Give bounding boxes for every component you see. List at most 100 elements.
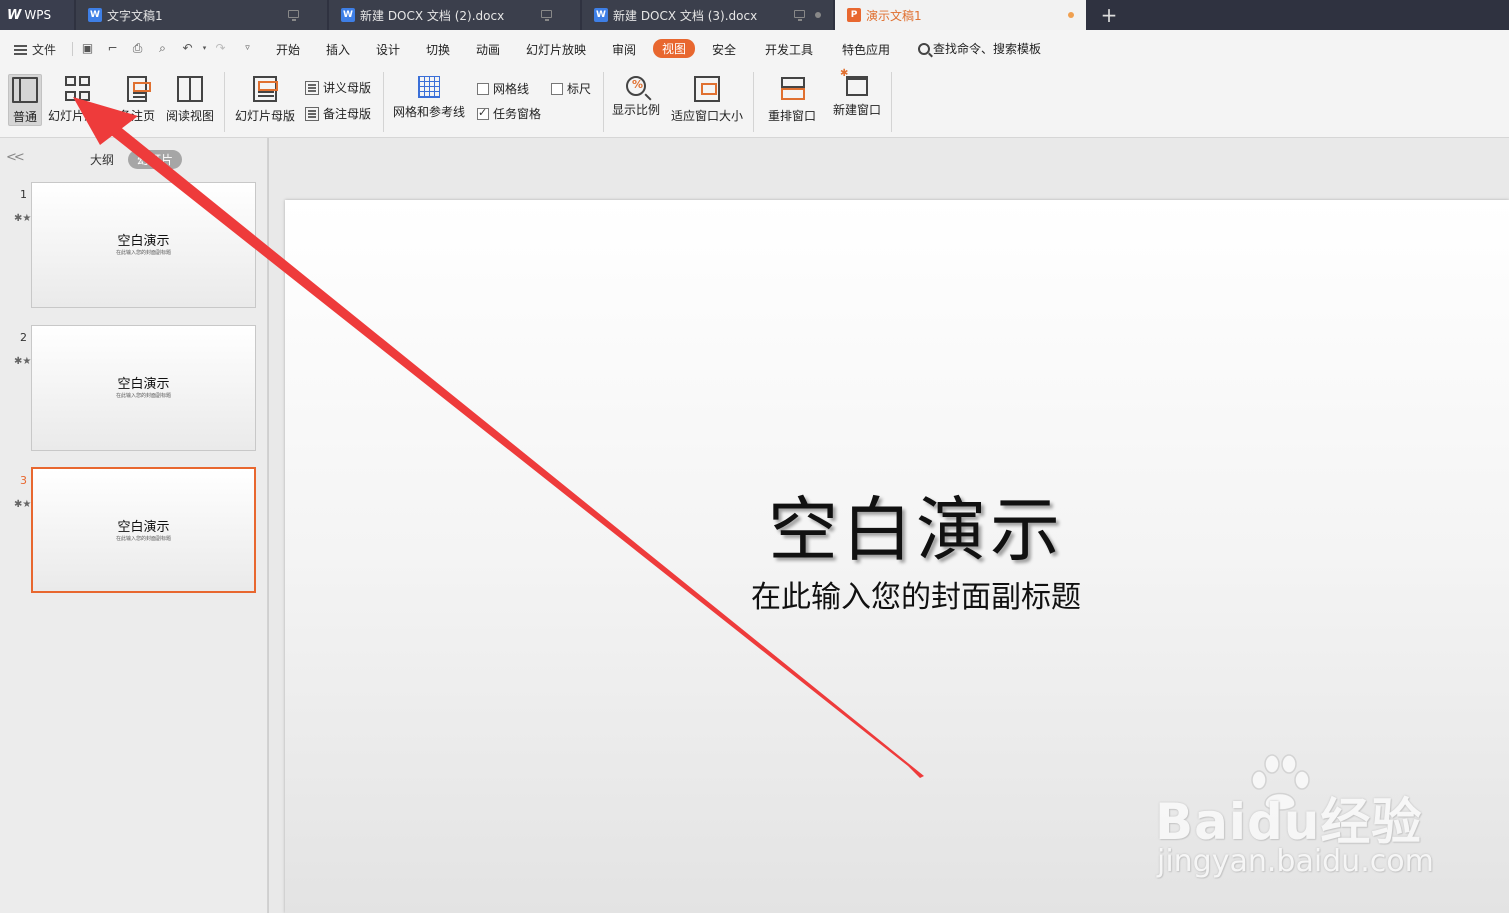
menu-view[interactable]: 视图 — [653, 39, 696, 58]
thumbnail-subtitle: 在此输入您的封面副标题 — [115, 393, 171, 399]
slide-thumbnail-2[interactable]: 空白演示 在此输入您的封面副标题 — [31, 325, 256, 451]
save-icon[interactable]: ▣ — [81, 42, 94, 55]
unsaved-dot-icon — [815, 12, 821, 18]
slide-master-icon — [253, 76, 278, 102]
presentation-doc-icon: P — [847, 8, 861, 22]
baidu-jingyan-watermark: Baidu经验 jingyan.baidu.com — [1155, 752, 1435, 882]
monitor-icon[interactable] — [794, 10, 805, 21]
undo-icon[interactable]: ↶ — [181, 42, 194, 55]
grid-and-guides-label: 网格和参考线 — [392, 105, 465, 119]
format-painter-icon[interactable]: ⌐ — [106, 42, 119, 55]
file-menu[interactable]: 文件 — [14, 41, 56, 58]
slide-thumbnail-pane: << 大纲 幻灯片 1 ✱★ 空白演示 在此输入您的封面副标题 2 ✱★ 空白演… — [0, 138, 268, 913]
menu-home[interactable]: 开始 — [276, 41, 300, 58]
animation-star-icon: ✱★ — [14, 213, 32, 224]
watermark-brand-cn: 经验 — [1320, 793, 1423, 851]
animation-star-icon: ✱★ — [14, 499, 32, 510]
monitor-icon[interactable] — [541, 10, 552, 21]
notes-master-button[interactable]: 备注母版 — [305, 105, 371, 122]
watermark-url: jingyan.baidu.com — [1157, 844, 1434, 879]
slide-master-button[interactable]: 幻灯片母版 — [232, 74, 298, 126]
monitor-icon[interactable] — [288, 10, 299, 21]
ruler-label: 标尺 — [567, 82, 592, 96]
tab-label: 演示文稿1 — [866, 8, 922, 23]
slide-thumbnail-3[interactable]: 空白演示 在此输入您的封面副标题 — [31, 467, 256, 593]
print-preview-icon[interactable]: ⌕ — [156, 42, 169, 55]
normal-view-icon — [12, 77, 38, 103]
print-icon[interactable]: ⎙ — [131, 42, 144, 55]
checkbox-unchecked-icon — [551, 82, 563, 95]
normal-view-button[interactable]: 普通 — [8, 74, 42, 126]
zoom-icon — [626, 76, 646, 96]
ruler-checkbox[interactable]: 标尺 — [551, 80, 591, 97]
thumbnail-subtitle: 在此输入您的封面副标题 — [115, 250, 171, 256]
handout-master-button[interactable]: 讲义母版 — [305, 79, 371, 96]
thumbnail-title: 空白演示 — [117, 234, 170, 249]
collapse-pane-icon[interactable]: << — [6, 150, 25, 165]
grid-guides-icon — [418, 76, 440, 98]
wps-logo-icon: W — [7, 7, 22, 23]
menu-review[interactable]: 审阅 — [612, 41, 636, 58]
grid-and-guides-button[interactable]: 网格和参考线 — [391, 74, 467, 126]
animation-star-icon: ✱★ — [14, 356, 32, 367]
notes-page-button[interactable]: 备注页 — [116, 74, 158, 126]
menu-insert[interactable]: 插入 — [326, 41, 350, 58]
view-ribbon: 普通 幻灯片浏览 备注页 阅读视图 幻灯片母版 讲义母版 备注母版 网格和参考线… — [0, 68, 1509, 138]
menu-developer-tools[interactable]: 开发工具 — [765, 41, 813, 58]
tab-document-3[interactable]: W 新建 DOCX 文档 (3).docx — [582, 0, 833, 30]
slide-sorter-button[interactable]: 幻灯片浏览 — [46, 74, 110, 126]
wps-logo-label: WPS — [24, 8, 52, 22]
arrange-windows-icon — [779, 76, 805, 102]
menu-security[interactable]: 安全 — [712, 41, 736, 58]
tab-presentation-1[interactable]: P 演示文稿1 — [835, 0, 1086, 30]
task-pane-checkbox[interactable]: 任务窗格 — [477, 105, 541, 122]
reading-view-icon — [177, 76, 203, 102]
zoom-button[interactable]: 显示比例 — [610, 74, 662, 126]
new-window-label: 新建窗口 — [832, 103, 881, 117]
wps-logo[interactable]: W WPS — [0, 0, 74, 30]
menu-special-features[interactable]: 特色应用 — [842, 41, 890, 58]
slide-subtitle[interactable]: 在此输入您的封面副标题 — [720, 572, 1112, 616]
gridlines-checkbox[interactable]: 网格线 — [477, 80, 529, 97]
reading-view-label: 阅读视图 — [165, 109, 214, 123]
watermark-brand-bai: Bai — [1155, 793, 1247, 851]
divider — [753, 72, 754, 132]
menu-design[interactable]: 设计 — [376, 41, 400, 58]
menu-slide-show[interactable]: 幻灯片放映 — [526, 41, 586, 58]
menu-transitions[interactable]: 切换 — [426, 41, 450, 58]
command-search-label: 查找命令、搜索模板 — [933, 42, 1042, 56]
new-window-button[interactable]: 新建窗口 — [829, 68, 885, 126]
slide-number: 1 — [20, 188, 27, 201]
tab-outline[interactable]: 大纲 — [90, 151, 114, 168]
notes-page-icon — [127, 76, 151, 102]
divider — [603, 72, 604, 132]
task-pane-label: 任务窗格 — [493, 107, 542, 121]
tab-label: 新建 DOCX 文档 (3).docx — [613, 8, 758, 23]
pane-splitter[interactable] — [268, 138, 269, 913]
new-tab-plus-icon[interactable]: + — [1095, 0, 1123, 30]
tab-slides[interactable]: 幻灯片 — [128, 150, 183, 169]
writer-doc-icon: W — [341, 8, 355, 22]
writer-doc-icon: W — [88, 8, 102, 22]
tab-document-2[interactable]: W 新建 DOCX 文档 (2).docx — [329, 0, 580, 30]
menu-bar: 文件 ▣ ⌐ ⎙ ⌕ ↶ ▾ ↷ ▿ 开始 插入 设计 切换 动画 幻灯片放映 … — [0, 30, 1509, 68]
redo-icon[interactable]: ↷ — [214, 42, 227, 55]
reading-view-button[interactable]: 阅读视图 — [163, 74, 217, 126]
writer-doc-icon: W — [594, 8, 608, 22]
tab-document-1[interactable]: W 文字文稿1 — [76, 0, 327, 30]
checkbox-checked-icon — [477, 106, 489, 120]
customize-toolbar-icon[interactable]: ▿ — [241, 42, 254, 55]
fit-window-button[interactable]: 适应窗口大小 — [668, 74, 746, 126]
slide-thumbnail-1[interactable]: 空白演示 在此输入您的封面副标题 — [31, 182, 256, 308]
slide-sorter-label: 幻灯片浏览 — [47, 109, 108, 123]
fit-window-label: 适应窗口大小 — [670, 109, 743, 123]
arrange-windows-button[interactable]: 重排窗口 — [761, 74, 823, 126]
command-search[interactable]: 查找命令、搜索模板 — [918, 40, 1041, 57]
slide-number: 2 — [20, 331, 27, 344]
chevron-down-icon[interactable]: ▾ — [198, 42, 211, 55]
slide-title[interactable]: 空白演示 — [730, 474, 1102, 575]
handout-master-icon — [305, 80, 319, 95]
gridlines-label: 网格线 — [493, 82, 530, 96]
handout-master-label: 讲义母版 — [323, 81, 372, 95]
menu-animations[interactable]: 动画 — [476, 41, 500, 58]
